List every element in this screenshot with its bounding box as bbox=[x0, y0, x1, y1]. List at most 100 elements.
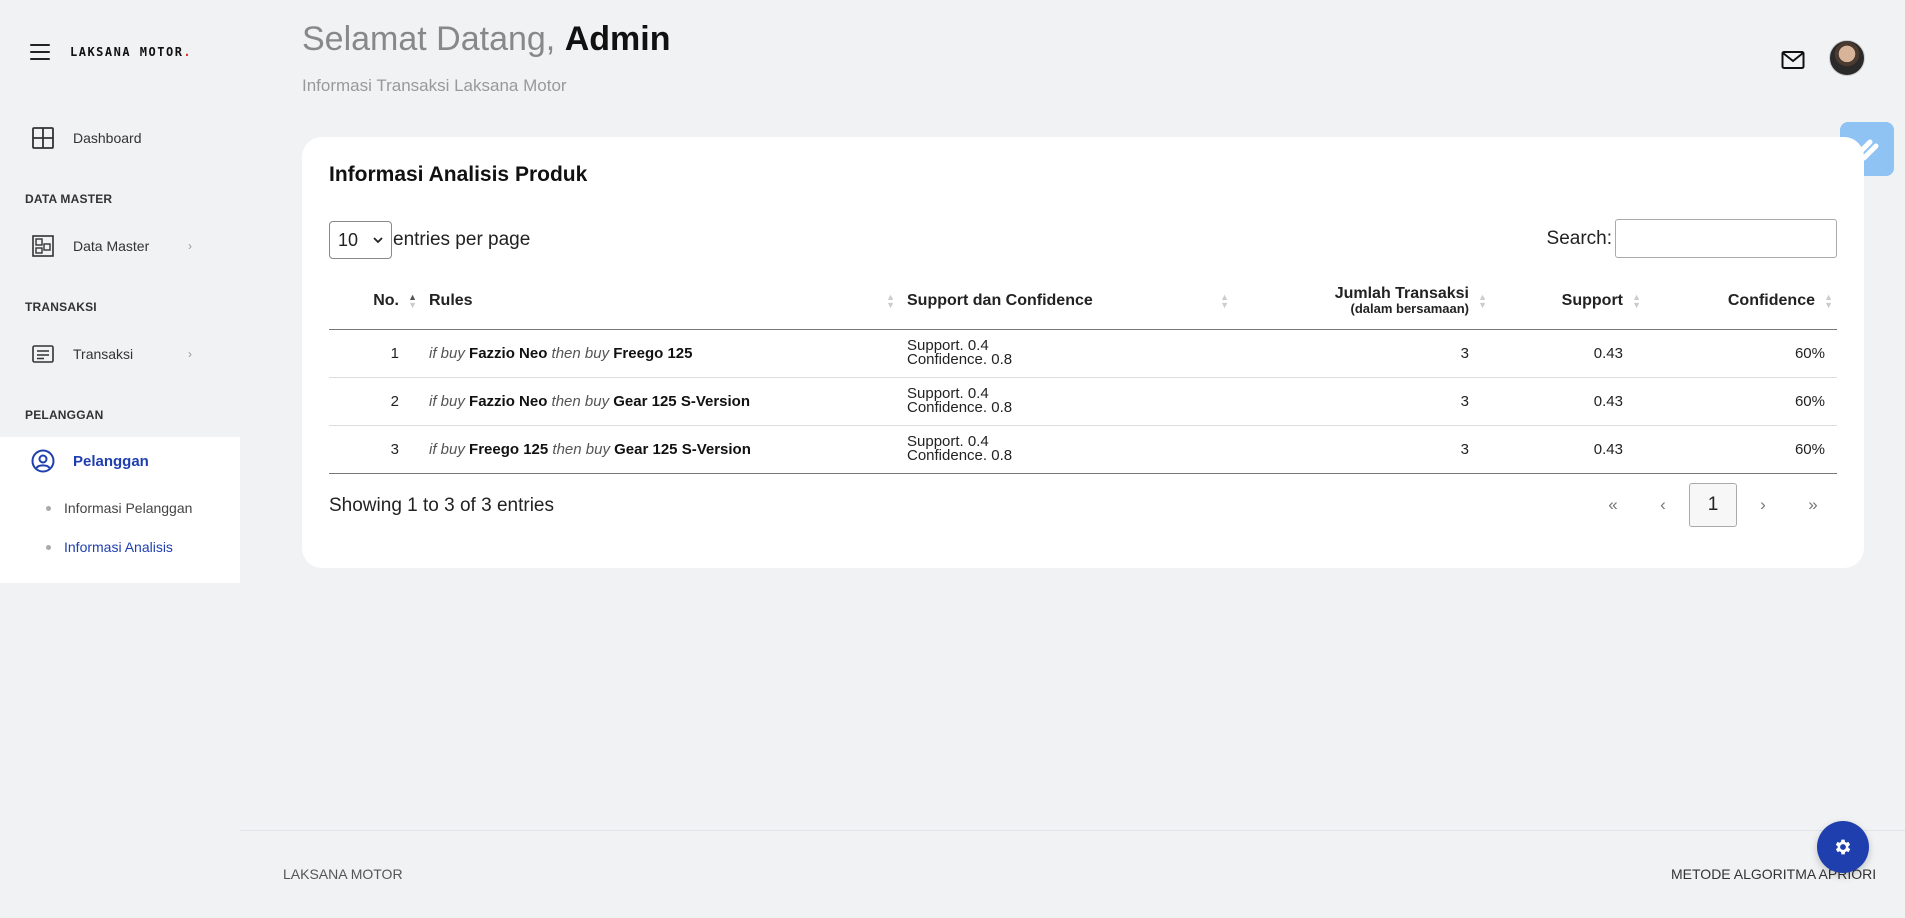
col-rules-label: Rules bbox=[429, 291, 473, 309]
sidebar-subitem-label: Informasi Analisis bbox=[64, 539, 173, 555]
sidebar-subitem-informasi-analisis[interactable]: Informasi Analisis bbox=[46, 539, 173, 555]
page-first-button[interactable]: « bbox=[1589, 483, 1637, 527]
confidence-line: Confidence. 0.8 bbox=[907, 351, 1013, 368]
page-next-button[interactable]: › bbox=[1739, 483, 1787, 527]
entries-label: entries per page bbox=[393, 229, 531, 250]
sidebar-item-label: Data Master bbox=[73, 238, 150, 254]
cell-confidence: 60% bbox=[1645, 329, 1837, 378]
cell-jumlah: 3 bbox=[1233, 425, 1491, 474]
sidebar-item-label: Transaksi bbox=[73, 346, 134, 362]
rule-consequent: Gear 125 S-Version bbox=[613, 392, 751, 410]
bullet-icon bbox=[46, 544, 51, 550]
rule-if-buy: if buy bbox=[429, 392, 465, 410]
rule-if-buy: if buy bbox=[429, 344, 465, 362]
rule-if-buy: if buy bbox=[429, 440, 465, 458]
page-last-button[interactable]: » bbox=[1789, 483, 1837, 527]
section-transaksi: TRANSAKSI bbox=[25, 300, 97, 314]
sidebar-item-pelanggan[interactable]: Pelanggan bbox=[0, 437, 239, 485]
col-no[interactable]: No. ▲ ▼ bbox=[329, 273, 421, 330]
sort-icon: ▲ ▼ bbox=[1632, 291, 1641, 310]
analysis-table: No. ▲ ▼ Rules ▲ ▼ Support dan Confidence ▲… bbox=[329, 273, 1837, 474]
page-prev-button[interactable]: ‹ bbox=[1639, 483, 1687, 527]
chevron-right-icon: › bbox=[188, 347, 192, 361]
sidebar-item-dashboard[interactable]: Dashboard bbox=[0, 116, 240, 160]
analysis-card: Informasi Analisis Produk 10 entries per… bbox=[302, 137, 1864, 568]
mail-icon[interactable] bbox=[1781, 50, 1805, 70]
entries-select[interactable]: 10 bbox=[329, 221, 392, 259]
cell-no: 3 bbox=[329, 425, 421, 474]
cell-support: 0.43 bbox=[1491, 425, 1645, 474]
cell-jumlah: 3 bbox=[1233, 377, 1491, 426]
col-jumlah[interactable]: Jumlah Transaksi (dalam bersamaan) ▲ ▼ bbox=[1233, 273, 1491, 330]
rule-consequent: Gear 125 S-Version bbox=[614, 440, 751, 458]
gear-icon bbox=[1835, 839, 1851, 855]
rule-antecedent: Freego 125 bbox=[469, 440, 549, 458]
confidence-line: Confidence. 0.8 bbox=[907, 447, 1013, 464]
footer-divider bbox=[240, 830, 1905, 831]
cell-support-confidence: Support. 0.4 Confidence. 0.8 bbox=[899, 329, 1233, 378]
col-support-confidence-label: Support dan Confidence bbox=[907, 291, 1093, 309]
sidebar-item-data-master[interactable]: Data Master › bbox=[0, 224, 240, 268]
brand-text: LAKSANA MOTOR bbox=[70, 45, 184, 59]
page-subtitle: Informasi Transaksi Laksana Motor bbox=[302, 76, 567, 95]
chevron-down-icon bbox=[373, 236, 383, 243]
rule-antecedent: Fazzio Neo bbox=[469, 392, 548, 410]
col-confidence[interactable]: Confidence ▲ ▼ bbox=[1645, 273, 1837, 330]
greeting-user: Admin bbox=[564, 20, 671, 58]
sidebar-subitem-informasi-pelanggan[interactable]: Informasi Pelanggan bbox=[46, 500, 192, 516]
sort-icon: ▲ ▼ bbox=[408, 291, 417, 310]
search-label: Search: bbox=[1546, 227, 1612, 249]
settings-gear-button[interactable] bbox=[1817, 821, 1869, 873]
showing-info: Showing 1 to 3 of 3 entries bbox=[329, 495, 554, 516]
table-header-row: No. ▲ ▼ Rules ▲ ▼ Support dan Confidence ▲… bbox=[329, 273, 1837, 330]
rule-consequent: Freego 125 bbox=[613, 344, 693, 362]
sort-icon: ▲ ▼ bbox=[1220, 291, 1229, 310]
cell-no: 2 bbox=[329, 377, 421, 426]
confidence-line: Confidence. 0.8 bbox=[907, 399, 1013, 416]
rule-antecedent: Fazzio Neo bbox=[469, 344, 548, 362]
sidebar-subitem-label: Informasi Pelanggan bbox=[64, 500, 193, 516]
bullet-icon bbox=[46, 505, 51, 511]
page-greeting: Selamat Datang, Admin bbox=[302, 20, 671, 59]
chevron-right-icon: › bbox=[188, 239, 192, 253]
cell-confidence: 60% bbox=[1645, 425, 1837, 474]
search-input[interactable] bbox=[1615, 219, 1837, 258]
search-row: Search: bbox=[1547, 219, 1837, 258]
section-pelanggan: PELANGGAN bbox=[25, 408, 104, 422]
sort-icon: ▲ ▼ bbox=[1824, 291, 1833, 310]
brand-logo[interactable]: LAKSANA MOTOR. bbox=[70, 45, 192, 59]
dashboard-grid-icon bbox=[31, 126, 55, 150]
menu-toggle-icon[interactable] bbox=[30, 44, 50, 60]
rule-then-buy: then buy bbox=[551, 392, 610, 410]
col-support[interactable]: Support ▲ ▼ bbox=[1491, 273, 1645, 330]
sidebar-item-label: Pelanggan bbox=[73, 452, 149, 470]
cell-confidence: 60% bbox=[1645, 377, 1837, 426]
footer-brand: LAKSANA MOTOR bbox=[283, 866, 403, 882]
receipt-icon bbox=[31, 342, 55, 366]
user-circle-icon bbox=[31, 449, 55, 473]
col-jumlah-label: Jumlah Transaksi bbox=[1334, 284, 1469, 302]
col-rules[interactable]: Rules ▲ ▼ bbox=[421, 273, 899, 330]
col-support-confidence[interactable]: Support dan Confidence ▲ ▼ bbox=[899, 273, 1233, 330]
cell-rule: if buy Freego 125 then buy Gear 125 S-Ve… bbox=[421, 425, 899, 474]
rule-then-buy: then buy bbox=[551, 344, 610, 362]
sidebar-item-transaksi[interactable]: Transaksi › bbox=[0, 332, 240, 376]
greeting-text: Selamat Datang, bbox=[302, 20, 556, 58]
cell-rule: if buy Fazzio Neo then buy Freego 125 bbox=[421, 329, 899, 378]
sidebar-item-label: Dashboard bbox=[73, 130, 142, 146]
card-title: Informasi Analisis Produk bbox=[329, 163, 588, 186]
col-jumlah-sublabel: (dalam bersamaan) bbox=[1350, 300, 1470, 316]
layout-icon bbox=[31, 234, 55, 258]
sort-icon: ▲ ▼ bbox=[886, 291, 895, 310]
col-confidence-label: Confidence bbox=[1727, 291, 1815, 309]
page-current-button[interactable]: 1 bbox=[1689, 483, 1737, 527]
sort-icon: ▲ ▼ bbox=[1478, 291, 1487, 310]
avatar[interactable] bbox=[1829, 40, 1865, 76]
cell-support: 0.43 bbox=[1491, 377, 1645, 426]
table-row: 3 if buy Freego 125 then buy Gear 125 S-V… bbox=[329, 425, 1837, 474]
section-data-master: DATA MASTER bbox=[25, 192, 113, 206]
table-body: 1 if buy Fazzio Neo then buy Freego 125 Su… bbox=[329, 329, 1837, 474]
cell-support: 0.43 bbox=[1491, 329, 1645, 378]
brand-dot: . bbox=[183, 45, 193, 59]
table-row: 2 if buy Fazzio Neo then buy Gear 125 S-V… bbox=[329, 377, 1837, 426]
